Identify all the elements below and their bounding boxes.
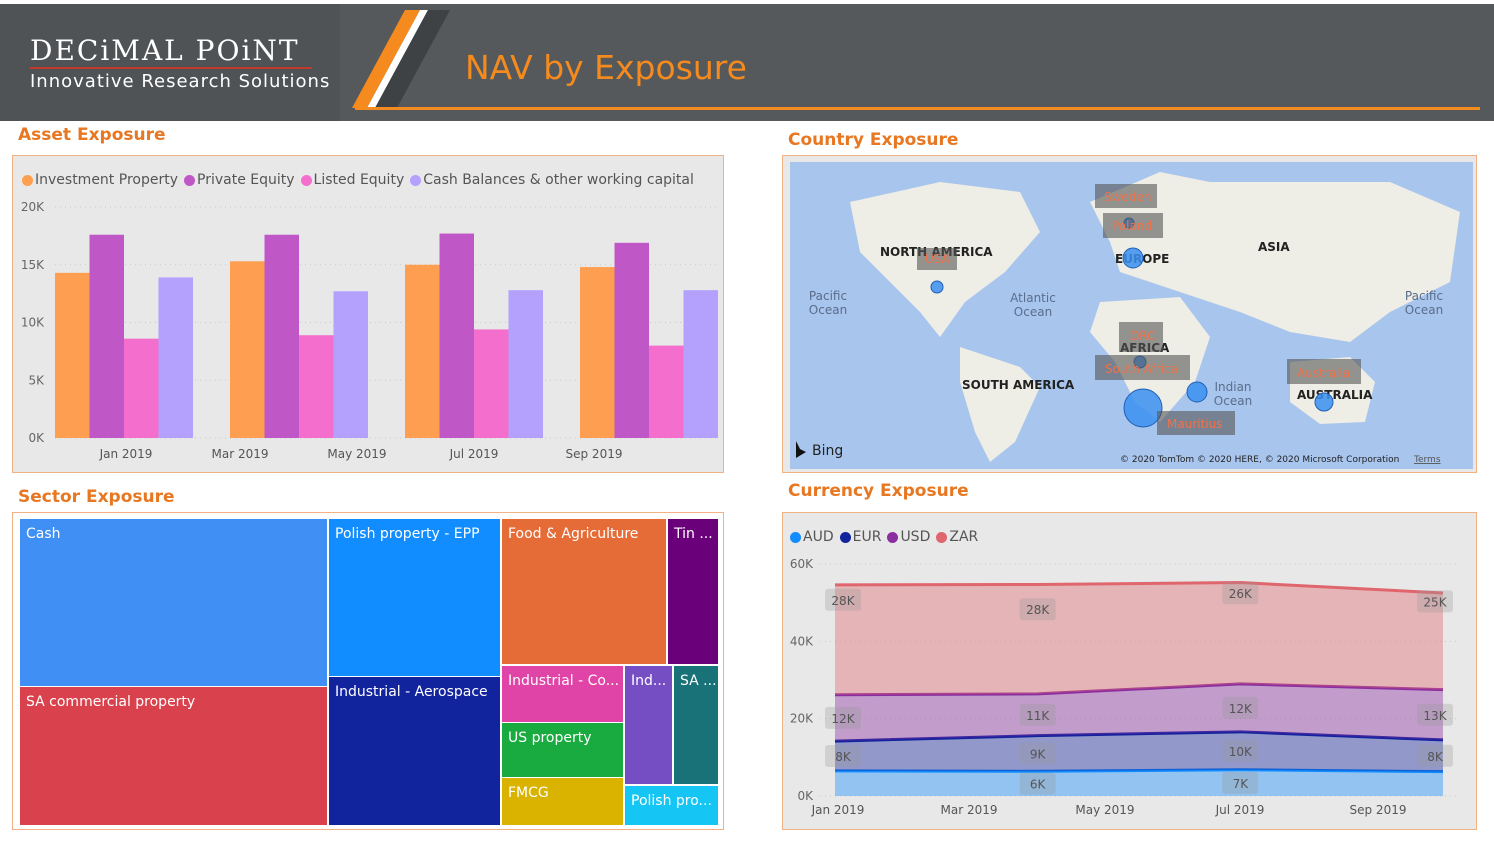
legend-dot-icon (936, 531, 948, 543)
country-label-sweden: Sweden (1104, 190, 1151, 204)
bar-investment-property (230, 261, 265, 438)
currency-exposure-panel (782, 512, 1477, 830)
bar-cash-balances-other-working-capital (333, 291, 368, 438)
bar-investment-property (405, 264, 440, 438)
country-label-south-africa: South Africa (1105, 362, 1178, 376)
bar-cash-balances-other-working-capital (158, 277, 193, 438)
bar-private-equity (439, 233, 474, 438)
bar-investment-property (580, 267, 615, 438)
bar-cash-balances-other-working-capital (683, 290, 718, 438)
y-tick-label: 0K (28, 431, 45, 445)
ocean-label: Atlantic (1010, 291, 1056, 305)
legend-item[interactable]: EUR (839, 529, 882, 545)
continent-label: AUSTRALIA (1297, 388, 1373, 402)
treemap-cell[interactable]: Polish pro... (625, 786, 718, 825)
legend-label: USD (900, 529, 931, 545)
legend-label: ZAR (949, 529, 979, 545)
legend-item[interactable]: USD (887, 529, 930, 545)
country-label-australia: Australia (1297, 366, 1350, 380)
country-label-usa: USA (925, 252, 951, 266)
legend-item[interactable]: AUD (790, 529, 834, 545)
continent-label: ASIA (1258, 240, 1290, 254)
bubble-usa[interactable] (930, 280, 944, 294)
legend-label: AUD (803, 529, 834, 545)
continent-label: SOUTH AMERICA (962, 378, 1075, 392)
treemap-cell[interactable]: Polish property - EPP (329, 519, 500, 676)
bar-listed-equity (649, 345, 684, 438)
ocean-label: Ocean (1405, 303, 1443, 317)
sector-exposure-title: Sector Exposure (18, 487, 175, 507)
country-label-mauritius: Mauritius (1167, 417, 1222, 431)
treemap-cell[interactable]: Ind... (625, 666, 672, 784)
x-tick-label: Jul 2019 (449, 447, 499, 461)
bar-investment-property (55, 272, 90, 438)
map-terms-link[interactable]: Terms (1413, 455, 1441, 465)
treemap-cell[interactable]: Food & Agriculture (502, 519, 666, 664)
bing-label: Bing (812, 443, 843, 459)
x-tick-label: May 2019 (327, 447, 386, 461)
asset-bar-chart: 0K 5K 10K 15K 20K Jan 2019 Mar 2019 May 2019 Jul… (21, 200, 718, 461)
treemap-cell[interactable]: SA ... (674, 666, 718, 784)
treemap-cell[interactable]: Industrial - Co... (502, 666, 623, 722)
legend-dot-icon (887, 531, 899, 543)
bar-private-equity (89, 234, 124, 438)
x-tick-label: Sep 2019 (566, 447, 623, 461)
treemap-cell[interactable]: FMCG (502, 778, 623, 825)
treemap-cell[interactable]: US property (502, 723, 623, 777)
legend-dot-icon (839, 531, 851, 543)
bubble-poland[interactable] (1122, 247, 1144, 269)
map-copyright: © 2020 TomTom © 2020 HERE, © 2020 Micros… (1120, 455, 1399, 465)
y-tick-label: 15K (21, 258, 45, 272)
bar-cash-balances-other-working-capital (508, 290, 543, 438)
country-label-poland: Poland (1112, 219, 1152, 233)
bar-listed-equity (124, 338, 159, 438)
treemap-cell[interactable]: Tin ... (668, 519, 718, 664)
legend-label: EUR (852, 529, 882, 545)
treemap-cell[interactable]: Cash (20, 519, 327, 686)
ocean-label: Ocean (1014, 305, 1052, 319)
country-label-drc: DRC (1130, 329, 1155, 343)
ocean-label: Pacific (809, 289, 847, 303)
x-tick-label: Mar 2019 (212, 447, 269, 461)
treemap-cell[interactable]: SA commercial property (20, 687, 327, 825)
y-tick-label: 20K (21, 200, 45, 214)
bar-listed-equity (299, 335, 334, 438)
y-tick-label: 5K (28, 373, 45, 387)
bar-private-equity (264, 234, 299, 438)
legend-dot-icon (790, 531, 801, 543)
currency-exposure-title: Currency Exposure (788, 481, 969, 501)
currency-legend: AUD EUR USD ZAR (790, 529, 978, 545)
bubble-indian-ocean[interactable] (1186, 381, 1208, 403)
legend-item[interactable]: ZAR (936, 529, 978, 545)
y-tick-label: 10K (21, 316, 45, 330)
bar-listed-equity (474, 329, 509, 438)
country-exposure-title: Country Exposure (788, 130, 959, 150)
treemap-cell[interactable]: Industrial - Aerospace (329, 677, 500, 825)
ocean-label: Ocean (1214, 394, 1252, 408)
bar-private-equity (614, 242, 649, 438)
x-tick-label: Jan 2019 (99, 447, 153, 461)
ocean-label: Pacific (1405, 289, 1443, 303)
bubble-mauritius[interactable] (1123, 388, 1163, 428)
bubble-australia[interactable] (1314, 392, 1334, 412)
country-map[interactable]: NORTH AMERICA SOUTH AMERICA EUROPE AFRIC… (790, 162, 1473, 469)
ocean-label: Ocean (809, 303, 847, 317)
ocean-label: Indian (1214, 380, 1251, 394)
